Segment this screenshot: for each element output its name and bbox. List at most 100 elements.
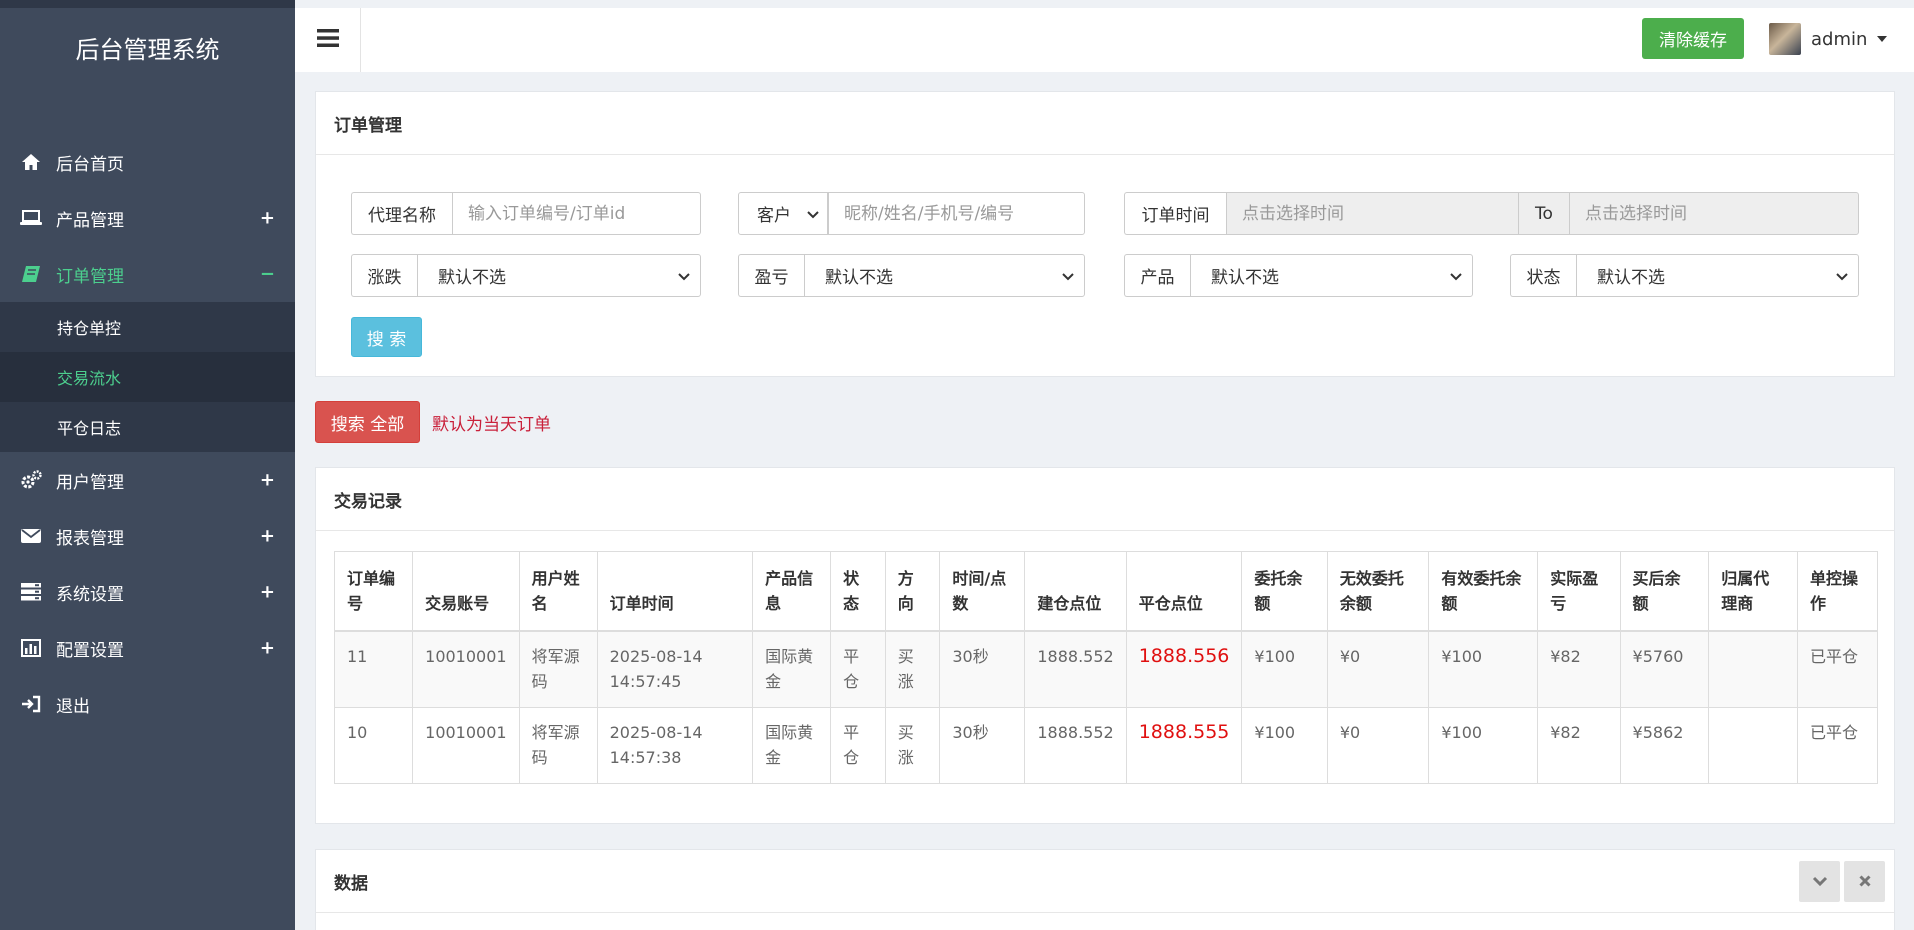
column-header: 归属代理商 [1708, 551, 1798, 632]
status-select[interactable]: 默认不选 [1576, 254, 1859, 297]
start-time-input[interactable] [1226, 192, 1519, 235]
rise-fall-value: 默认不选 [438, 268, 506, 288]
to-label: To [1519, 192, 1569, 235]
book-icon [20, 263, 42, 285]
sidebar-item-label: 后台首页 [56, 154, 124, 175]
sidebar-item-label: 退出 [56, 696, 90, 717]
user-menu[interactable]: admin [1769, 22, 1888, 56]
column-header: 交易账号 [412, 551, 520, 632]
sidebar-item-users[interactable]: 用户管理 + [0, 452, 295, 508]
table-cell: 30秒 [939, 706, 1026, 784]
table-cell: ¥100 [1428, 706, 1539, 784]
avatar [1769, 23, 1801, 55]
panel-title: 数据 [316, 850, 1894, 913]
sidebar-item-products[interactable]: 产品管理 + [0, 190, 295, 246]
sidebar-menu: 后台首页 产品管理 + 订单管理 − 持仓单控 交易流水 平仓日志 用户管理 +… [0, 134, 295, 732]
column-header: 时间/点数 [939, 551, 1026, 632]
column-header: 状态 [830, 551, 886, 632]
top-navbar: 清除缓存 admin [295, 0, 1914, 72]
home-icon [20, 151, 42, 173]
order-time-group: 订单时间 To [1124, 192, 1859, 235]
status-group: 状态 默认不选 [1510, 254, 1859, 297]
table-cell: 国际黄金 [752, 630, 832, 708]
expand-icon: + [259, 525, 275, 547]
profit-loss-group: 盈亏 默认不选 [738, 254, 1085, 297]
column-header: 建仓点位 [1024, 551, 1127, 632]
table-cell: 10 [333, 706, 414, 784]
clear-cache-button[interactable]: 清除缓存 [1642, 18, 1744, 59]
profit-loss-select[interactable]: 默认不选 [804, 254, 1085, 297]
sidebar: 后台管理系统 后台首页 产品管理 + 订单管理 − 持仓单控 交易流水 平仓日志 [0, 0, 295, 930]
sidebar-item-reports[interactable]: 报表管理 + [0, 508, 295, 564]
end-time-input[interactable] [1569, 192, 1859, 235]
column-header: 平仓点位 [1125, 551, 1243, 632]
table-row: 11 10010001 将军源码 2025-08-14 14:57:45 国际黄… [333, 630, 1879, 708]
search-all-button[interactable]: 搜索 全部 [315, 401, 420, 443]
chevron-down-icon [1062, 266, 1074, 286]
table-header-row: 订单编号 交易账号 用户姓名 订单时间 产品信息 状态 方向 时间/点数 建仓点… [333, 551, 1879, 632]
table-cell: ¥100 [1241, 630, 1328, 708]
table-cell: 11 [333, 630, 414, 708]
expand-icon: + [259, 207, 275, 229]
product-select[interactable]: 默认不选 [1190, 254, 1473, 297]
sidebar-item-system[interactable]: 系统设置 + [0, 564, 295, 620]
hamburger-icon [316, 28, 339, 53]
table-cell: 已平仓 [1796, 630, 1879, 708]
order-id-input[interactable] [452, 192, 701, 235]
expand-icon: + [259, 637, 275, 659]
table-cell: 10010001 [412, 706, 520, 784]
table-cell: ¥100 [1428, 630, 1539, 708]
status-value: 默认不选 [1597, 268, 1665, 288]
column-header: 买后余额 [1619, 551, 1710, 632]
table-cell: ¥82 [1537, 630, 1621, 708]
gears-icon [20, 469, 42, 491]
chevron-down-icon [1812, 872, 1828, 892]
column-header: 订单编号 [333, 551, 414, 632]
sidebar-item-label: 报表管理 [56, 528, 124, 549]
table-cell: ¥5862 [1619, 706, 1710, 784]
table-cell: ¥0 [1326, 630, 1430, 708]
sidebar-subitem-close-log[interactable]: 平仓日志 [0, 402, 295, 452]
rise-fall-select[interactable]: 默认不选 [417, 254, 701, 297]
customer-group: 客户 [738, 192, 1085, 235]
customer-type-value: 客户 [757, 206, 791, 226]
table-cell: ¥82 [1537, 706, 1621, 784]
column-header: 委托余额 [1241, 551, 1328, 632]
agent-name-group: 代理名称 [351, 192, 701, 235]
table-cell-close-price: 1888.556 [1125, 630, 1243, 708]
column-header: 订单时间 [596, 551, 754, 632]
column-header: 用户姓名 [518, 551, 598, 632]
table-cell: ¥100 [1241, 706, 1328, 784]
sidebar-item-orders[interactable]: 订单管理 − [0, 246, 295, 302]
sidebar-subitem-trade-flow[interactable]: 交易流水 [0, 352, 295, 402]
expand-icon: + [259, 581, 275, 603]
username: admin [1811, 28, 1868, 50]
sidebar-item-label: 系统设置 [56, 584, 124, 605]
sidebar-subitem-positions[interactable]: 持仓单控 [0, 302, 295, 352]
sidebar-top-strip [0, 0, 295, 8]
sidebar-item-config[interactable]: 配置设置 + [0, 620, 295, 676]
table-cell: ¥0 [1326, 706, 1430, 784]
table-cell: ¥5760 [1619, 630, 1710, 708]
table-cell: 已平仓 [1796, 706, 1879, 784]
customer-type-select[interactable]: 客户 [738, 192, 828, 235]
search-button[interactable]: 搜 索 [351, 317, 422, 357]
table-cell [1708, 630, 1798, 708]
table-cell: 1888.552 [1024, 706, 1127, 784]
sidebar-item-label: 用户管理 [56, 472, 124, 493]
sidebar-item-logout[interactable]: 退出 [0, 676, 295, 732]
customer-search-input[interactable] [828, 192, 1085, 235]
rise-fall-group: 涨跌 默认不选 [351, 254, 701, 297]
data-panel: 数据 [315, 849, 1895, 930]
brand-title: 后台管理系统 [75, 36, 220, 64]
table-cell [1708, 706, 1798, 784]
profit-loss-value: 默认不选 [825, 268, 893, 288]
collapse-panel-button[interactable] [1799, 861, 1840, 902]
sidebar-item-home[interactable]: 后台首页 [0, 134, 295, 190]
menu-toggle-button[interactable] [295, 8, 361, 72]
profit-loss-label: 盈亏 [738, 254, 804, 297]
close-panel-button[interactable] [1844, 861, 1885, 902]
table-cell: 10010001 [412, 630, 520, 708]
table-cell: 买涨 [884, 630, 941, 708]
column-header: 产品信息 [752, 551, 832, 632]
